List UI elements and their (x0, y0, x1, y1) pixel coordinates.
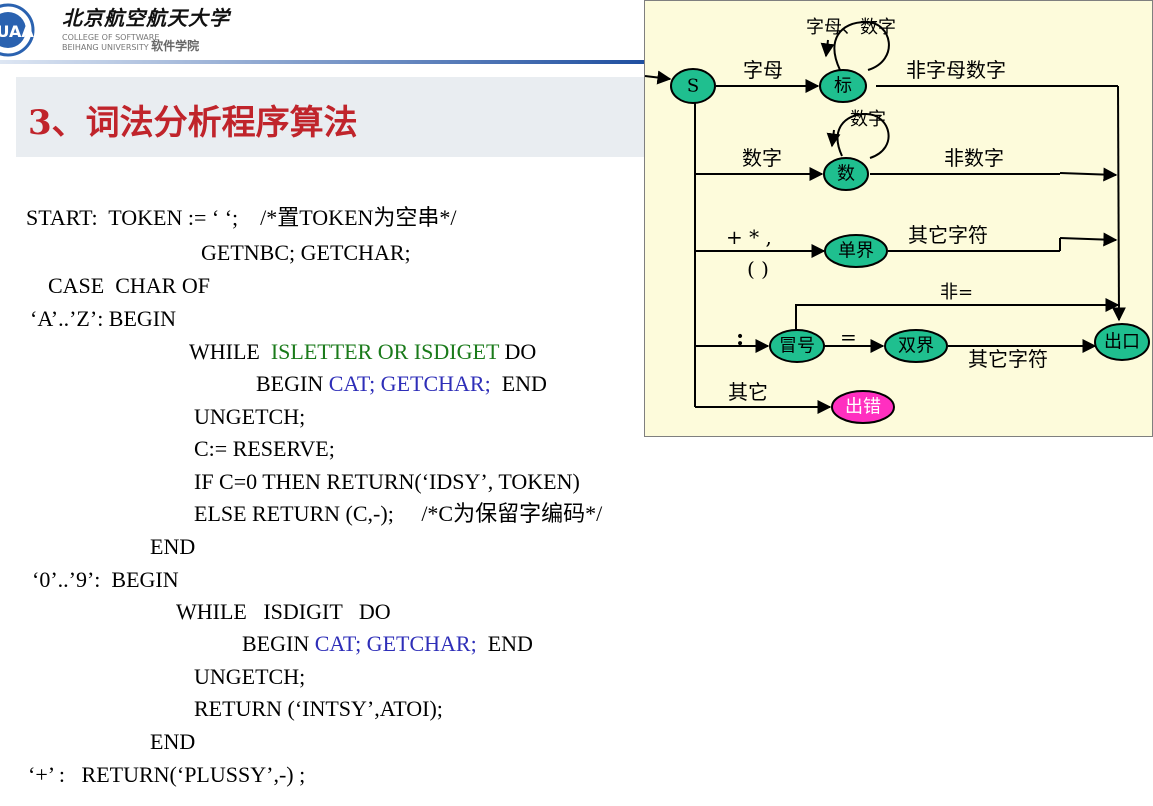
edge-label-digit-loop: 数字 (850, 109, 886, 130)
edge-label-other-char-2: 其它字符 (968, 347, 1048, 371)
edge-label-delims-row2: ( ) (747, 257, 769, 281)
edge-label-digit: 数字 (742, 146, 782, 170)
entry-arrow (644, 70, 672, 85)
node-double-delimiter: 双界 (884, 329, 948, 363)
node-error: 出错 (831, 390, 895, 424)
node-identifier: 标 (819, 69, 867, 103)
svg-text:出错: 出错 (845, 397, 881, 418)
node-exit: 出口 (1094, 323, 1150, 361)
edge-label-other: 其它 (728, 380, 768, 404)
edge-label-letter: 字母 (743, 58, 783, 82)
svg-text:双界: 双界 (898, 336, 934, 357)
node-delimiter: 单界 (824, 234, 888, 268)
edge-label-letter-digit-loop: 字母、数字 (806, 17, 896, 38)
loop-id-arrow (820, 39, 835, 58)
edge-label-not-digit: 非数字 (944, 146, 1004, 170)
svg-text:单界: 单界 (838, 241, 874, 262)
node-s: S (670, 68, 716, 104)
svg-text:数: 数 (837, 164, 855, 185)
loop-num-arrow (826, 129, 841, 148)
node-number: 数 (823, 157, 869, 191)
edge-label-delims-row1: + * , (726, 225, 772, 249)
edge-label-colon: : (736, 325, 744, 351)
edge-label-eq: = (840, 325, 857, 349)
exit-column (1111, 85, 1126, 322)
edge-label-not-letter-digit: 非字母数字 (906, 58, 1006, 82)
edge-label-not-eq: 非= (940, 282, 973, 303)
edge-label-other-char-1: 其它字符 (908, 223, 988, 247)
svg-text:标: 标 (834, 76, 852, 97)
state-diagram: 字母 字母、数字 非字母数字 数字 数字 非数字 + * , ( ) 其它字符 … (644, 17, 1150, 424)
node-colon: 冒号 (769, 329, 825, 363)
svg-text:冒号: 冒号 (779, 336, 815, 357)
svg-text:S: S (687, 76, 699, 97)
svg-text:出口: 出口 (1104, 332, 1140, 353)
